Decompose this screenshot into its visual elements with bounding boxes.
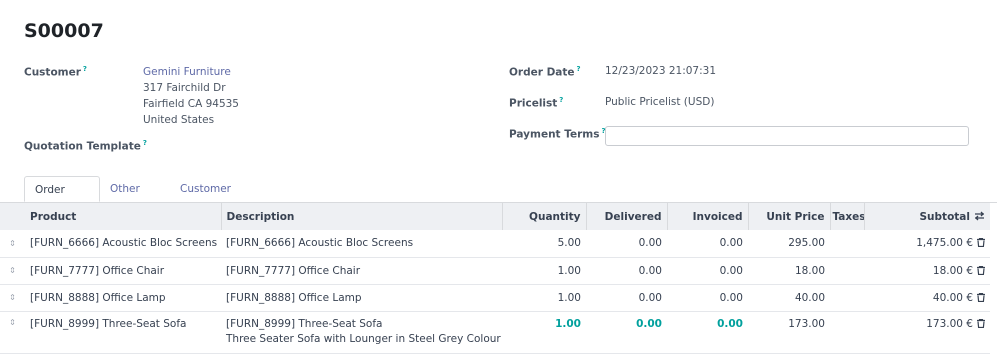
cell-delivered: 0.00 — [586, 284, 667, 312]
cell-subtotal-cell: 173.00 € — [864, 311, 990, 354]
col-header-description[interactable]: Description — [221, 203, 503, 230]
table-row[interactable]: ⇕ [FURN_8888] Office Lamp [FURN_8888] Of… — [0, 284, 990, 312]
cell-taxes[interactable] — [830, 284, 864, 312]
table-header-row: Product Description Quantity Delivered I… — [0, 203, 990, 230]
cell-quantity[interactable]: 1.00 — [502, 311, 586, 354]
cell-invoiced: 0.00 — [667, 230, 748, 258]
cell-delivered: 0.00 — [586, 257, 667, 285]
cell-subtotal-cell: 40.00 € — [864, 284, 990, 312]
help-icon[interactable]: ? — [559, 96, 563, 104]
cell-invoiced: 0.00 — [667, 311, 748, 354]
payment-terms-label-text: Payment Terms — [509, 128, 600, 141]
order-date-label-text: Order Date — [509, 66, 575, 79]
cell-subtotal: 1,475.00 € — [916, 237, 973, 250]
cell-invoiced: 0.00 — [667, 284, 748, 312]
drag-handle-icon[interactable]: ⇕ — [0, 257, 25, 285]
quotation-template-label: Quotation Template? — [24, 139, 147, 153]
customer-label-text: Customer — [24, 66, 81, 79]
cell-subtotal-cell: 1,475.00 € — [864, 230, 990, 258]
cell-subtotal: 18.00 € — [932, 264, 973, 277]
col-header-subtotal-cell: Subtotal — [864, 203, 990, 230]
table-row[interactable]: ⇕ [FURN_7777] Office Chair [FURN_7777] O… — [0, 257, 990, 285]
cell-subtotal: 40.00 € — [932, 291, 973, 304]
cell-product[interactable]: [FURN_6666] Acoustic Bloc Screens — [25, 230, 221, 258]
drag-handle-icon[interactable]: ⇕ — [0, 230, 25, 258]
col-header-product[interactable]: Product — [25, 203, 222, 230]
cell-unit-price[interactable]: 40.00 — [748, 284, 830, 312]
quotation-template-label-text: Quotation Template — [24, 140, 141, 153]
page-title: S00007 — [24, 20, 104, 42]
handle-header — [0, 203, 25, 230]
pricelist-label-text: Pricelist — [509, 97, 558, 110]
cell-invoiced: 0.00 — [667, 257, 748, 285]
trash-icon[interactable] — [977, 318, 985, 328]
order-date-label: Order Date? — [509, 65, 581, 79]
cell-description: [FURN_8999] Three-Seat Sofa — [226, 317, 383, 330]
table-row[interactable]: ⇕ [FURN_8999] Three-Seat Sofa [FURN_8999… — [0, 311, 990, 354]
cell-delivered: 0.00 — [586, 230, 667, 258]
trash-icon[interactable] — [977, 265, 985, 275]
cell-product[interactable]: [FURN_7777] Office Chair — [25, 257, 221, 285]
tab-customer-signature[interactable]: Customer Signature — [170, 176, 241, 221]
tab-order-lines[interactable]: Order Lines — [24, 176, 100, 222]
customer-label: Customer? — [24, 65, 87, 79]
payment-terms-label: Payment Terms? — [509, 127, 606, 141]
pricelist-value[interactable]: Public Pricelist (USD) — [605, 96, 714, 108]
optional-columns-icon[interactable] — [974, 211, 985, 221]
customer-field[interactable]: Gemini Furniture 317 Fairchild Dr Fairfi… — [143, 64, 239, 128]
col-header-delivered[interactable]: Delivered — [586, 203, 668, 230]
order-lines-table: Product Description Quantity Delivered I… — [0, 203, 990, 354]
cell-description-cell[interactable]: [FURN_8999] Three-Seat Sofa Three Seater… — [221, 311, 502, 354]
cell-description-line2: Three Seater Sofa with Lounger in Steel … — [226, 332, 501, 345]
cell-description[interactable]: [FURN_7777] Office Chair — [221, 257, 502, 285]
pricelist-label: Pricelist? — [509, 96, 563, 110]
cell-description[interactable]: [FURN_6666] Acoustic Bloc Screens — [221, 230, 502, 258]
col-header-subtotal[interactable]: Subtotal — [920, 211, 971, 223]
payment-terms-input[interactable] — [605, 126, 969, 146]
cell-quantity[interactable]: 5.00 — [502, 230, 586, 258]
col-header-invoiced[interactable]: Invoiced — [667, 203, 749, 230]
cell-taxes[interactable] — [830, 230, 864, 258]
cell-quantity[interactable]: 1.00 — [502, 284, 586, 312]
cell-subtotal-cell: 18.00 € — [864, 257, 990, 285]
cell-product[interactable]: [FURN_8999] Three-Seat Sofa — [25, 311, 221, 354]
customer-name[interactable]: Gemini Furniture — [143, 64, 239, 80]
cell-unit-price[interactable]: 295.00 — [748, 230, 830, 258]
drag-handle-icon[interactable]: ⇕ — [0, 311, 25, 354]
col-header-quantity[interactable]: Quantity — [502, 203, 587, 230]
cell-taxes[interactable] — [830, 257, 864, 285]
help-icon[interactable]: ? — [143, 139, 147, 147]
cell-product[interactable]: [FURN_8888] Office Lamp — [25, 284, 221, 312]
drag-handle-icon[interactable]: ⇕ — [0, 284, 25, 312]
cell-unit-price[interactable]: 18.00 — [748, 257, 830, 285]
col-header-taxes[interactable]: Taxes — [830, 203, 865, 230]
cell-unit-price[interactable]: 173.00 — [748, 311, 830, 354]
customer-city: Fairfield CA 94535 — [143, 98, 239, 110]
help-icon[interactable]: ? — [83, 65, 87, 73]
trash-icon[interactable] — [977, 292, 985, 302]
trash-icon[interactable] — [977, 238, 985, 248]
tab-other-info[interactable]: Other Info — [100, 176, 150, 221]
customer-street: 317 Fairchild Dr — [143, 82, 226, 94]
help-icon[interactable]: ? — [577, 65, 581, 73]
cell-delivered: 0.00 — [586, 311, 667, 354]
customer-country: United States — [143, 114, 215, 126]
cell-quantity[interactable]: 1.00 — [502, 257, 586, 285]
order-date-value[interactable]: 12/23/2023 21:07:31 — [605, 65, 716, 77]
table-row[interactable]: ⇕ [FURN_6666] Acoustic Bloc Screens [FUR… — [0, 230, 990, 258]
cell-subtotal: 173.00 € — [926, 317, 973, 330]
cell-description[interactable]: [FURN_8888] Office Lamp — [221, 284, 502, 312]
col-header-unit-price[interactable]: Unit Price — [748, 203, 831, 230]
cell-taxes[interactable] — [830, 311, 864, 354]
